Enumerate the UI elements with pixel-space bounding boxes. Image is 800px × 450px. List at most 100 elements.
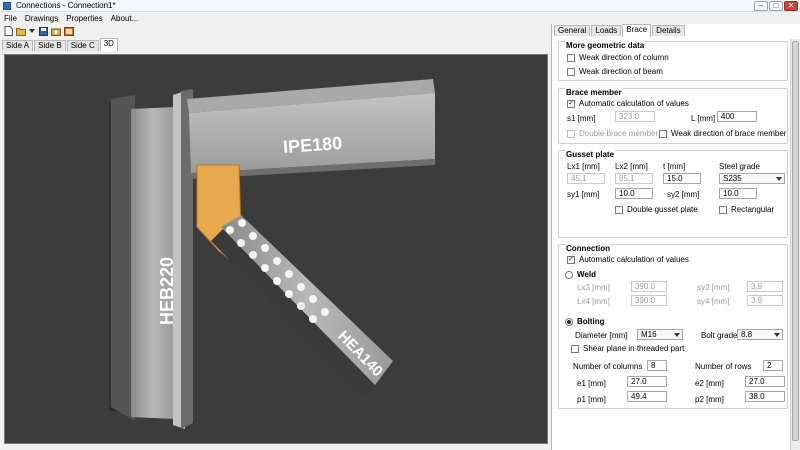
lx4-label: Lx4 [mm]: [577, 297, 610, 306]
lx1-input[interactable]: 45.1: [567, 173, 605, 184]
tab-side-a[interactable]: Side A: [2, 40, 34, 51]
picture-icon: [64, 26, 74, 36]
checkbox-box[interactable]: [615, 205, 623, 214]
sy1-input[interactable]: 10.0: [615, 188, 653, 199]
minimize-button[interactable]: –: [754, 1, 768, 11]
p2-label: p2 [mm]: [695, 395, 724, 404]
steel-grade-label: Steel grade: [719, 162, 760, 171]
checkbox-box[interactable]: [567, 129, 575, 138]
beam-member: [187, 79, 435, 179]
view-pane: Side A Side B Side C 3D HEB220 IPE180 HE…: [0, 38, 550, 450]
save-button[interactable]: [38, 26, 48, 36]
close-button[interactable]: ✕: [784, 1, 798, 11]
new-file-button[interactable]: [3, 26, 13, 36]
shear-plane-checkbox[interactable]: Shear plane in threaded part: [571, 344, 684, 353]
weak-column-label: Weak direction of column: [579, 53, 669, 62]
lx3-label: Lx3 [mm]: [577, 283, 610, 292]
radio-button[interactable]: [565, 317, 573, 326]
bolt-grade-select[interactable]: 8.8: [737, 329, 783, 340]
double-gusset-checkbox[interactable]: Double gusset plate: [615, 205, 698, 214]
geometric-group: More geometric data Weak direction of co…: [558, 41, 788, 81]
tab-details[interactable]: Details: [652, 25, 685, 36]
checkbox-box[interactable]: [719, 205, 727, 214]
rectangular-checkbox[interactable]: Rectangular: [719, 205, 774, 214]
weak-beam-checkbox[interactable]: Weak direction of beam: [567, 67, 663, 76]
sy3-input[interactable]: 3.9: [747, 281, 783, 292]
e2-label: e2 [mm]: [695, 379, 724, 388]
weak-column-checkbox[interactable]: Weak direction of column: [567, 53, 669, 62]
rows-input[interactable]: 2: [763, 360, 783, 371]
checkbox-box[interactable]: ✓: [567, 255, 575, 264]
t-input[interactable]: 15.0: [663, 173, 701, 184]
shear-plane-label: Shear plane in threaded part: [583, 344, 685, 353]
connection-3d-model: HEB220 IPE180 HEA140: [109, 79, 435, 429]
gusset-title: Gusset plate: [565, 150, 616, 159]
tab-3d[interactable]: 3D: [99, 38, 118, 51]
tab-loads[interactable]: Loads: [591, 25, 622, 36]
open-dropdown-button[interactable]: [29, 26, 35, 36]
e1-input[interactable]: 27.0: [627, 376, 667, 387]
lx4-input[interactable]: 390.0: [631, 295, 667, 306]
save-icon: [38, 26, 48, 36]
properties-pane: General Loads Brace Details More geometr…: [551, 24, 800, 450]
title-bar: Connections - Connection1* – □ ✕: [0, 0, 800, 12]
chevron-down-icon: [674, 333, 680, 337]
radio-button[interactable]: [565, 270, 573, 279]
p2-input[interactable]: 38.0: [745, 391, 785, 402]
chevron-down-icon: [776, 177, 782, 181]
steel-grade-select[interactable]: S235: [719, 173, 785, 184]
chevron-down-icon: [774, 333, 780, 337]
checkbox-box[interactable]: ✓: [567, 99, 575, 108]
checkbox-box[interactable]: [571, 344, 579, 353]
menu-file[interactable]: File: [4, 14, 17, 23]
menu-drawings[interactable]: Drawings: [25, 14, 58, 23]
folder-icon: [16, 27, 26, 36]
p1-input[interactable]: 49.4: [627, 391, 667, 402]
columns-input[interactable]: 8: [647, 360, 667, 371]
sy4-input[interactable]: 3.9: [747, 295, 783, 306]
chevron-down-icon: [29, 29, 35, 33]
tab-brace[interactable]: Brace: [622, 24, 652, 37]
maximize-button[interactable]: □: [769, 1, 783, 11]
connection-auto-checkbox[interactable]: ✓ Automatic calculation of values: [567, 255, 689, 264]
brace-auto-checkbox[interactable]: ✓ Automatic calculation of values: [567, 99, 689, 108]
checkbox-box[interactable]: [659, 129, 667, 138]
connection-group: Connection ✓ Automatic calculation of va…: [558, 244, 788, 409]
lx2-input[interactable]: 85.1: [615, 173, 653, 184]
sy4-label: sy4 [mm]: [697, 297, 730, 306]
scrollbar-thumb[interactable]: [792, 41, 799, 441]
lx3-input[interactable]: 390.0: [631, 281, 667, 292]
double-brace-checkbox[interactable]: Double brace member: [567, 129, 658, 138]
tab-general[interactable]: General: [554, 25, 591, 36]
checkbox-box[interactable]: [567, 67, 575, 76]
camera-button[interactable]: [51, 26, 61, 36]
weak-beam-label: Weak direction of beam: [579, 67, 663, 76]
menu-properties[interactable]: Properties: [66, 14, 102, 23]
weak-brace-checkbox[interactable]: Weak direction of brace member: [659, 129, 786, 138]
open-button[interactable]: [16, 26, 26, 36]
e2-input[interactable]: 27.0: [745, 376, 785, 387]
tab-side-b[interactable]: Side B: [34, 40, 66, 51]
tab-side-c[interactable]: Side C: [66, 40, 99, 51]
sy1-label: sy1 [mm]: [567, 190, 600, 199]
weld-radio[interactable]: Weld: [565, 270, 596, 279]
checkbox-box[interactable]: [567, 53, 575, 62]
3d-viewport[interactable]: HEB220 IPE180 HEA140: [4, 54, 548, 444]
e1-label: e1 [mm]: [577, 379, 606, 388]
double-gusset-label: Double gusset plate: [627, 205, 698, 214]
double-brace-label: Double brace member: [579, 129, 659, 138]
bolting-radio[interactable]: Bolting: [565, 317, 605, 326]
picture-button[interactable]: [64, 26, 74, 36]
rectangular-label: Rectangular: [731, 205, 775, 214]
t-label: t [mm]: [663, 162, 686, 171]
s1-input[interactable]: 323.0: [615, 111, 655, 122]
s1-label: s1 [mm]: [567, 114, 596, 123]
l-input[interactable]: 400: [717, 111, 757, 122]
vertical-scrollbar[interactable]: [790, 39, 800, 450]
sy2-input[interactable]: 10.0: [719, 188, 757, 199]
column-member: [109, 89, 193, 429]
menu-about[interactable]: About...: [111, 14, 139, 23]
camera-icon: [51, 28, 61, 36]
diameter-select[interactable]: M16: [637, 329, 683, 340]
app-icon: [3, 1, 11, 10]
